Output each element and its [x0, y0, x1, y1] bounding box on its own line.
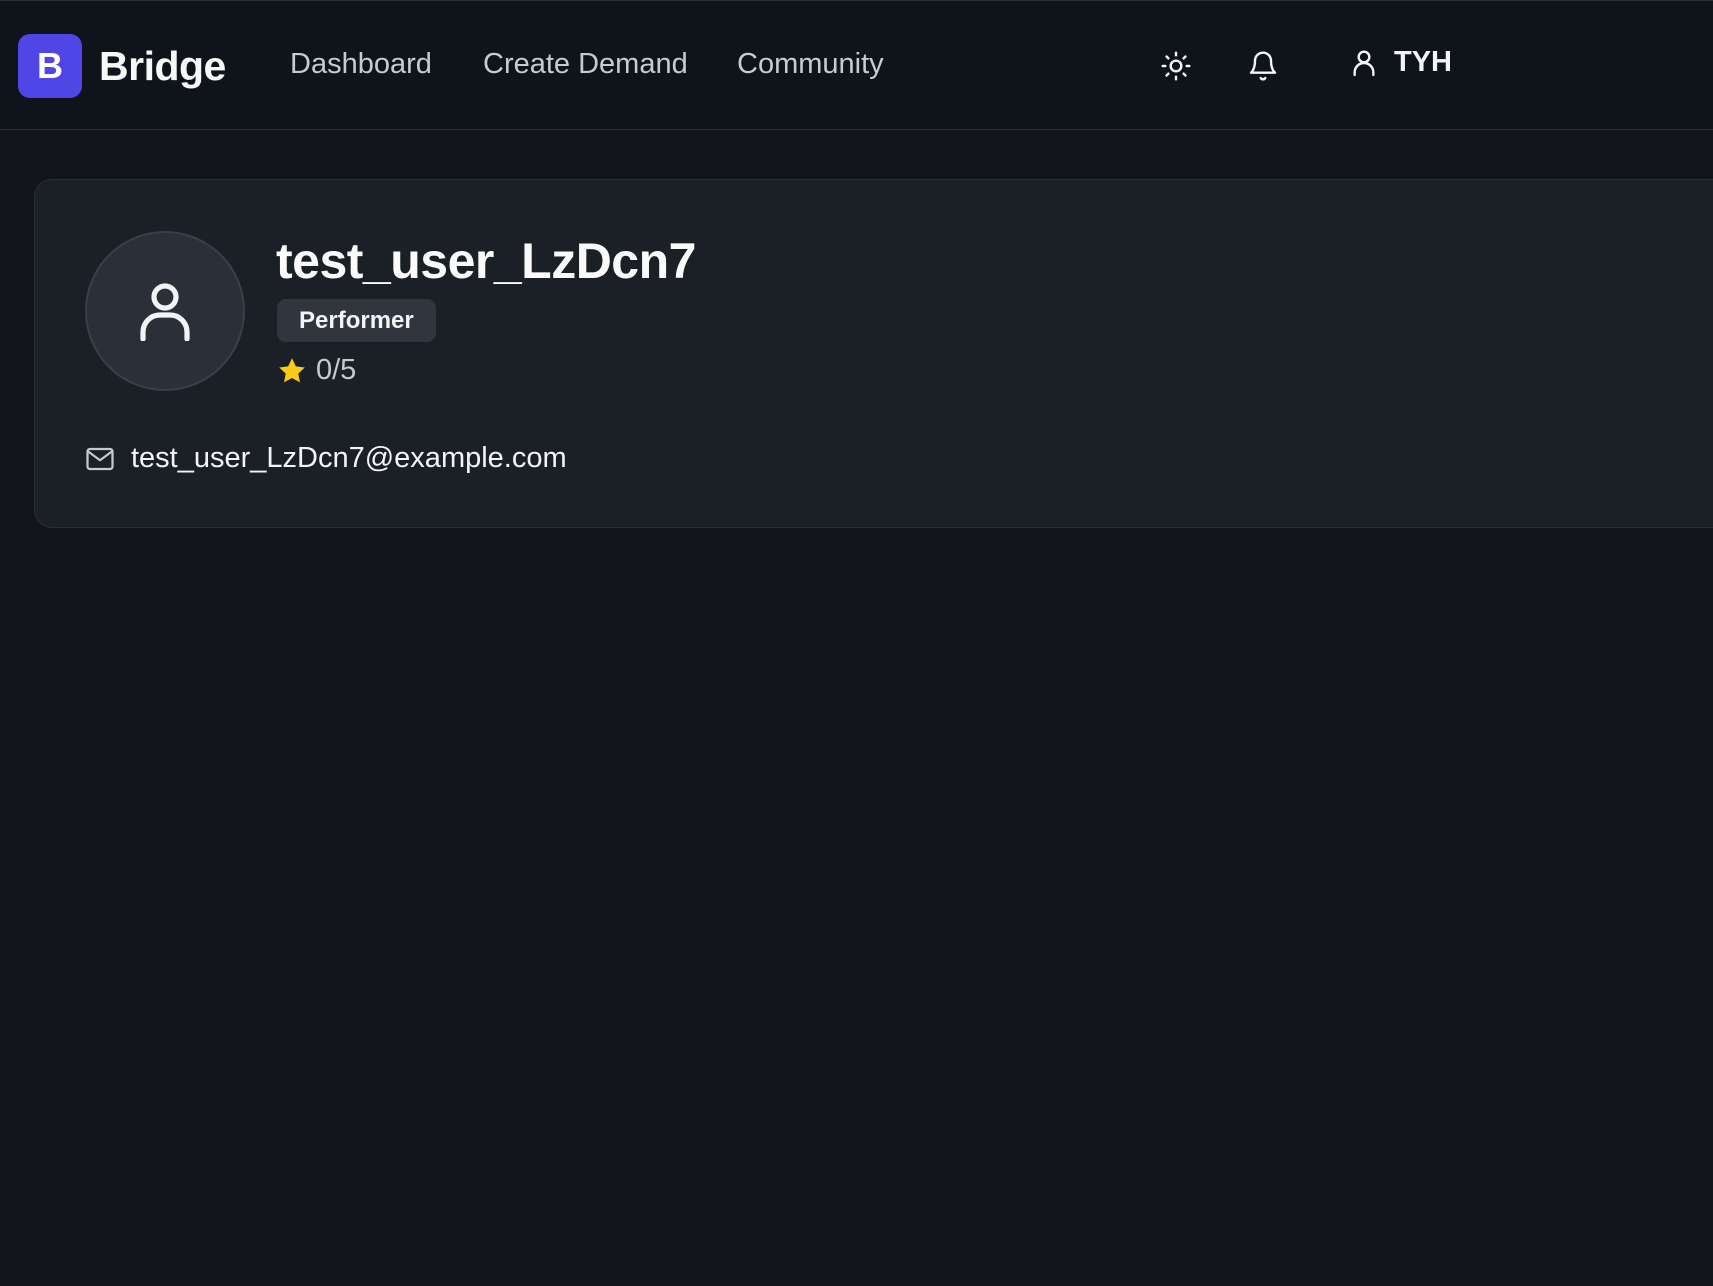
- profile-username: test_user_LzDcn7: [276, 233, 696, 289]
- logo-letter: B: [37, 45, 63, 86]
- nav-community[interactable]: Community: [737, 48, 884, 81]
- sun-icon: [1161, 51, 1191, 81]
- mail-icon: [86, 447, 114, 470]
- user-menu-button[interactable]: TYH: [1348, 46, 1452, 79]
- role-badge: Performer: [277, 299, 436, 342]
- nav-create-demand[interactable]: Create Demand: [483, 48, 688, 81]
- email-row: test_user_LzDcn7@example.com: [85, 442, 567, 475]
- profile-card: test_user_LzDcn7 Performer 0/5 test_user…: [34, 179, 1713, 528]
- bell-icon: [1249, 51, 1277, 81]
- logo-icon: B: [18, 34, 82, 98]
- rating-value: 0/5: [316, 354, 357, 386]
- brand-logo-link[interactable]: B Bridge: [18, 34, 226, 98]
- theme-toggle-button[interactable]: [1156, 46, 1196, 86]
- user-initials: TYH: [1394, 46, 1452, 78]
- top-navigation-bar: B Bridge Dashboard Create Demand Communi…: [0, 0, 1713, 130]
- profile-email: test_user_LzDcn7@example.com: [131, 442, 567, 474]
- avatar: [85, 231, 245, 391]
- rating: 0/5: [277, 354, 356, 387]
- notifications-button[interactable]: [1243, 46, 1283, 86]
- brand-name: Bridge: [99, 42, 226, 89]
- star-icon: [279, 357, 305, 382]
- user-icon: [140, 283, 190, 341]
- nav-dashboard[interactable]: Dashboard: [290, 48, 432, 81]
- user-icon: [1353, 49, 1375, 76]
